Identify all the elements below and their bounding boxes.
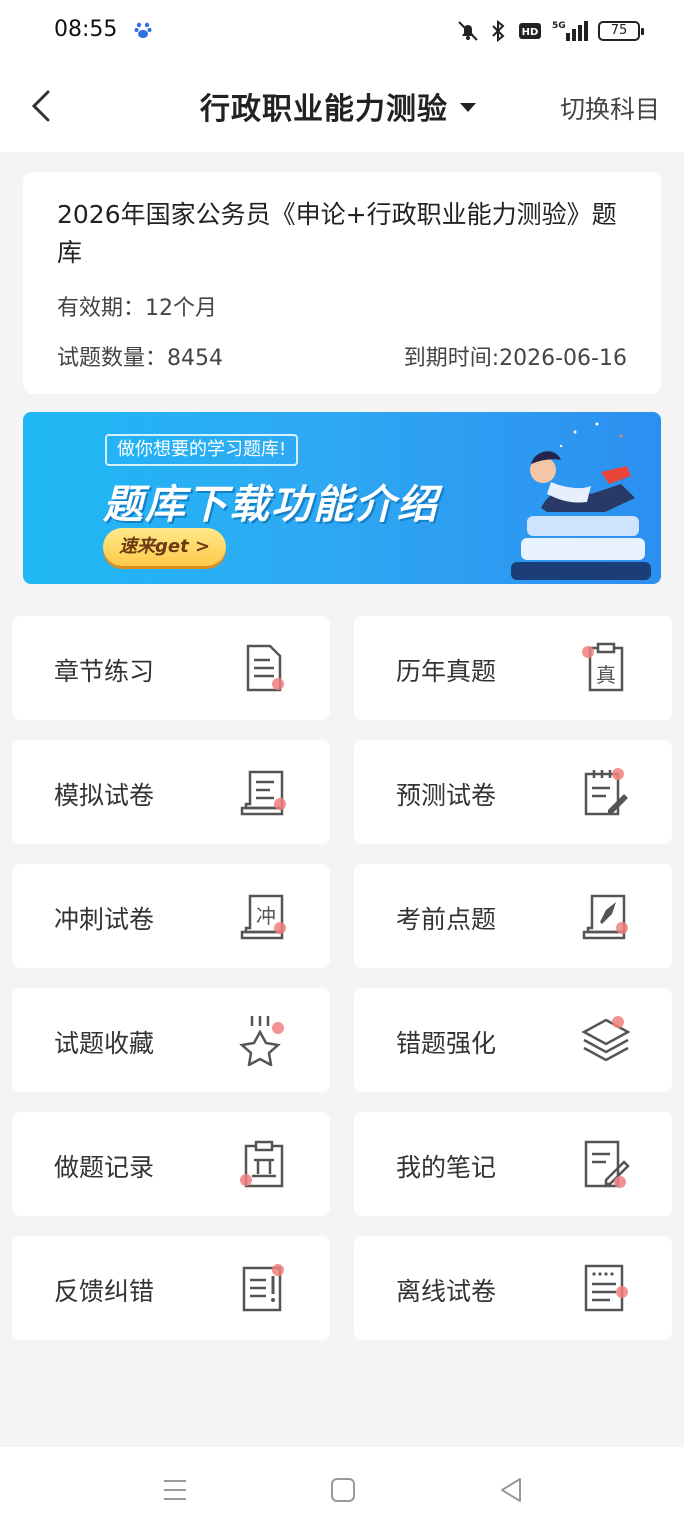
banner-cta-button[interactable]: 速来get > — [103, 528, 227, 566]
tile-label: 错题强化 — [396, 1029, 497, 1058]
bank-title: 2026年国家公务员《申论+行政职业能力测验》题库 — [57, 200, 617, 267]
bluetooth-icon — [492, 19, 505, 43]
hd-icon: HD — [519, 23, 541, 39]
mute-bell-icon — [458, 21, 478, 41]
tile-favorites[interactable]: 试题收藏 — [12, 988, 330, 1092]
feedback-icon — [242, 1264, 284, 1312]
tile-past-exams[interactable]: 历年真题 真 — [354, 616, 672, 720]
system-nav-bar — [0, 1447, 684, 1531]
tile-pre-exam-tips[interactable]: 考前点题 — [354, 864, 672, 968]
expire-date: 到期时间:2026-06-16 — [403, 346, 627, 371]
rocket-board-icon — [582, 894, 628, 940]
offline-paper-icon — [584, 1264, 628, 1312]
document-icon — [246, 644, 284, 692]
tile-label: 冲刺试卷 — [54, 905, 155, 934]
reading-girl-illustration — [511, 422, 651, 580]
banner-headline: 题库下载功能介绍 — [103, 482, 439, 528]
subject-dropdown[interactable]: 行政职业能力测验 — [200, 86, 476, 127]
svg-text:真: 真 — [596, 663, 616, 687]
tile-label: 反馈纠错 — [54, 1277, 155, 1306]
status-time: 08:55 — [54, 17, 118, 42]
validity-text: 有效期：12个月 — [57, 296, 217, 321]
menu-icon[interactable] — [158, 1473, 192, 1507]
svg-text:HD: HD — [522, 27, 539, 38]
home-square-icon[interactable] — [326, 1473, 360, 1507]
page-title: 行政职业能力测验 — [200, 92, 448, 127]
caret-down-icon — [460, 102, 476, 112]
star-icon — [239, 1016, 284, 1066]
tile-label: 做题记录 — [54, 1153, 155, 1182]
tile-label: 章节练习 — [54, 657, 155, 686]
svg-text:5G: 5G — [552, 21, 566, 31]
note-pen-icon — [584, 1140, 630, 1188]
tile-offline-papers[interactable]: 离线试卷 — [354, 1236, 672, 1340]
tile-label: 离线试卷 — [396, 1277, 497, 1306]
tile-label: 模拟试卷 — [54, 781, 155, 810]
tile-chapter-practice[interactable]: 章节练习 — [12, 616, 330, 720]
download-intro-banner[interactable]: 做你想要的学习题库! 题库下载功能介绍 速来get > — [23, 412, 661, 584]
clipboard-edit-icon — [584, 768, 628, 816]
tile-label: 历年真题 — [396, 657, 497, 686]
tile-my-notes[interactable]: 我的笔记 — [354, 1112, 672, 1216]
back-arrow-icon[interactable] — [26, 86, 60, 126]
tile-label: 预测试卷 — [396, 781, 497, 810]
svg-text:冲: 冲 — [256, 904, 276, 928]
tile-feedback[interactable]: 反馈纠错 — [12, 1236, 330, 1340]
header: 行政职业能力测验 切换科目 — [0, 62, 684, 152]
status-bar: 08:55 HD 5G 75 — [0, 0, 684, 62]
battery-indicator: 75 — [598, 21, 644, 41]
scroll-icon — [240, 770, 286, 816]
tile-label: 试题收藏 — [54, 1029, 155, 1058]
switch-subject-button[interactable]: 切换科目 — [560, 90, 660, 126]
banner-tag: 做你想要的学习题库! — [105, 434, 299, 466]
layers-icon — [581, 1016, 631, 1062]
back-triangle-icon[interactable] — [494, 1473, 528, 1507]
tile-label: 我的笔记 — [396, 1153, 497, 1182]
sprint-scroll-icon: 冲 — [240, 894, 286, 940]
tile-sprint-papers[interactable]: 冲刺试卷 冲 — [12, 864, 330, 968]
tile-wrong-questions[interactable]: 错题强化 — [354, 988, 672, 1092]
tile-mock-papers[interactable]: 模拟试卷 — [12, 740, 330, 844]
tile-predict-papers[interactable]: 预测试卷 — [354, 740, 672, 844]
record-clipboard-icon — [240, 1140, 284, 1188]
tile-practice-records[interactable]: 做题记录 — [12, 1112, 330, 1216]
exam-paper-icon: 真 — [582, 642, 624, 692]
tile-label: 考前点题 — [396, 905, 497, 934]
signal-icon: 5G — [552, 21, 588, 41]
question-count: 试题数量：8454 — [57, 346, 223, 371]
question-bank-card: 2026年国家公务员《申论+行政职业能力测验》题库 有效期：12个月 试题数量：… — [23, 172, 661, 394]
paw-icon — [134, 22, 152, 38]
